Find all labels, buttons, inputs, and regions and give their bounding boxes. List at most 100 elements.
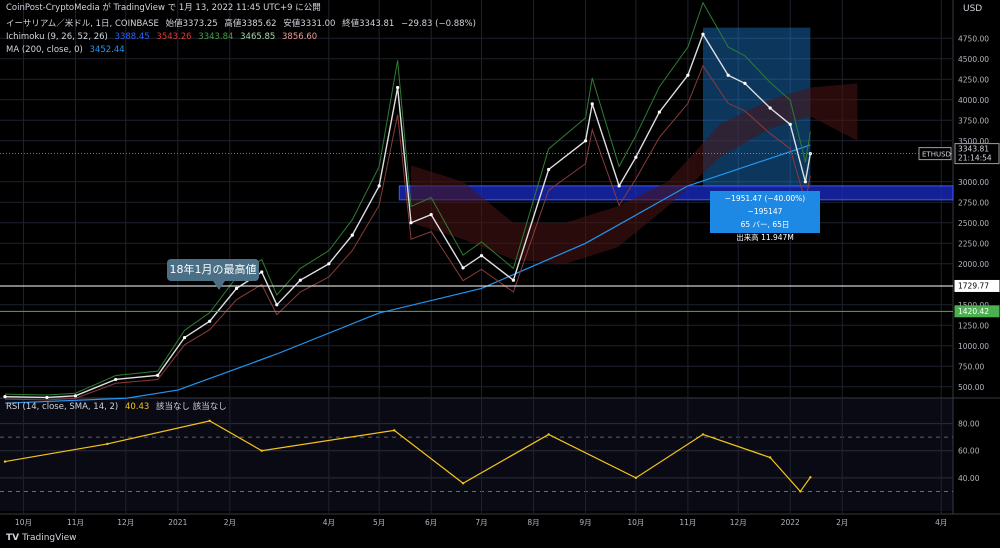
high-2018-tag-text: 1729.77	[958, 281, 989, 290]
tradingview-logo-icon: 𝗧𝗩	[6, 533, 20, 543]
price-tick-label: 1000.00	[958, 342, 989, 351]
price-tick-label: 1250.00	[958, 321, 989, 330]
ichimoku-v4: 3465.85	[240, 32, 276, 42]
rsi-tick-label: 80.00	[958, 420, 980, 429]
price-point	[234, 286, 239, 290]
price-point	[298, 278, 302, 282]
price-point	[429, 213, 433, 217]
ichimoku-legend[interactable]: Ichimoku (9, 26, 52, 26) 3388.45 3543.26…	[6, 32, 321, 43]
price-tick-label: 3000.00	[958, 178, 989, 187]
time-tick-label: 12月	[730, 518, 747, 527]
price-point	[73, 394, 78, 398]
price-point	[327, 262, 331, 266]
ichimoku-v3: 3343.84	[198, 32, 234, 42]
last-price-tag-text: 21:14:54	[958, 154, 992, 163]
price-point	[479, 254, 484, 258]
ma-value: 3452.44	[89, 45, 125, 55]
green-line-tag-text: 1420.42	[958, 307, 989, 316]
time-tick-label: 11月	[679, 518, 696, 527]
price-point	[547, 167, 551, 172]
price-tick-label: 2250.00	[958, 239, 989, 248]
annotation-pointer	[213, 281, 225, 290]
price-tick-label: 3750.00	[958, 116, 989, 125]
ichimoku-v1: 3388.45	[114, 32, 150, 42]
annotation-callout[interactable]: 18年1月の最高値	[167, 259, 259, 281]
ohlc-change: −29.83 (−0.88%)	[401, 19, 476, 29]
price-point	[208, 319, 212, 323]
price-tick-label: 2500.00	[958, 219, 989, 228]
price-tick-label: 2750.00	[958, 198, 989, 207]
time-tick-label: 2月	[836, 518, 848, 527]
price-point	[461, 266, 465, 270]
price-point	[377, 184, 381, 188]
price-point	[3, 395, 7, 399]
rsi-extra: 該当なし 該当なし	[156, 402, 227, 412]
rsi-legend[interactable]: RSI (14, close, SMA, 14, 2) 40.43 該当なし 該…	[6, 402, 231, 413]
price-point	[686, 73, 690, 77]
ma-legend[interactable]: MA (200, close, 0) 3452.44	[6, 45, 129, 56]
price-point	[114, 377, 118, 382]
price-point	[701, 32, 705, 36]
ohlc-high: 高値3385.62	[224, 19, 277, 29]
rsi-label: RSI (14, close, SMA, 14, 2)	[6, 402, 119, 412]
time-tick-label: 11月	[67, 518, 84, 527]
ichimoku-v2: 3543.26	[156, 32, 192, 42]
time-tick-label: 12月	[117, 518, 134, 527]
rsi-point	[208, 419, 211, 423]
time-tick-label: 2月	[224, 518, 236, 527]
price-point	[275, 303, 279, 307]
price-point	[409, 221, 413, 225]
time-tick-label: 5月	[373, 518, 385, 527]
time-tick-label: 2021	[168, 518, 187, 527]
price-tick-label: 4750.00	[958, 34, 989, 43]
footer[interactable]: 𝗧𝗩 TradingView	[6, 533, 77, 543]
time-tick-label: 4月	[323, 518, 335, 527]
publish-line: CoinPost-CryptoMedia が TradingView で 1月 …	[6, 3, 321, 13]
price-point	[726, 73, 730, 77]
rsi-point	[701, 433, 705, 436]
price-tick-label: 500.00	[958, 383, 984, 392]
measure-line-1: −1951.47 (−40.00%) −195147	[724, 194, 806, 216]
price-chart-svg[interactable]: 4750.004500.004250.004000.003750.003500.…	[0, 0, 1000, 548]
price-point	[788, 122, 792, 126]
price-point	[396, 85, 400, 90]
rsi-tick-label: 60.00	[958, 447, 980, 456]
price-tick-label: 750.00	[958, 362, 984, 371]
ohlc-open: 始値3373.25	[165, 19, 218, 29]
ichimoku-v5: 3856.60	[282, 32, 318, 42]
price-point	[511, 278, 515, 282]
price-tick-label: 4500.00	[958, 55, 989, 64]
ma-label: MA (200, close, 0)	[6, 45, 83, 55]
time-tick-label: 7月	[475, 518, 487, 527]
symbol-tag-text: ETHUSD	[922, 151, 951, 159]
chart-frame: 4750.00 4500.00 4250.00 4000.00 3750.00 3500.…	[0, 0, 1000, 548]
time-tick-label: 4月	[935, 518, 947, 527]
currency-label: USD	[963, 4, 983, 14]
price-point	[583, 139, 588, 143]
price-point	[768, 106, 772, 110]
price-point	[182, 336, 187, 340]
symbol-line: イーサリアム／米ドル, 1日, COINBASE 始値3373.25 高値338…	[6, 19, 480, 30]
measure-label[interactable]: −1951.47 (−40.00%) −195147 65 バー, 65日 出来…	[710, 191, 820, 242]
ohlc-low: 安値3331.00	[283, 19, 336, 29]
ohlc-close: 終値3343.81	[342, 19, 395, 29]
rsi-point	[809, 476, 812, 479]
rsi-point	[634, 476, 638, 480]
symbol-name[interactable]: イーサリアム／米ドル, 1日, COINBASE	[6, 19, 159, 29]
rsi-point	[260, 449, 263, 452]
rsi-point	[3, 460, 7, 463]
annotation-text: 18年1月の最高値	[169, 263, 257, 276]
rsi-point	[799, 490, 802, 493]
time-tick-label: 9月	[579, 518, 591, 527]
price-tick-label: 2000.00	[958, 260, 989, 269]
time-tick-label: 2022	[781, 518, 800, 527]
price-point	[590, 102, 594, 106]
rsi-point	[768, 456, 772, 459]
rsi-tick-label: 40.00	[958, 474, 980, 483]
price-point	[657, 110, 661, 114]
measure-line-2: 65 バー, 65日	[740, 220, 790, 229]
price-point	[803, 180, 807, 184]
last-price-tag-text: 3343.81	[958, 145, 989, 154]
rsi-point	[547, 433, 550, 436]
price-point	[634, 155, 638, 159]
